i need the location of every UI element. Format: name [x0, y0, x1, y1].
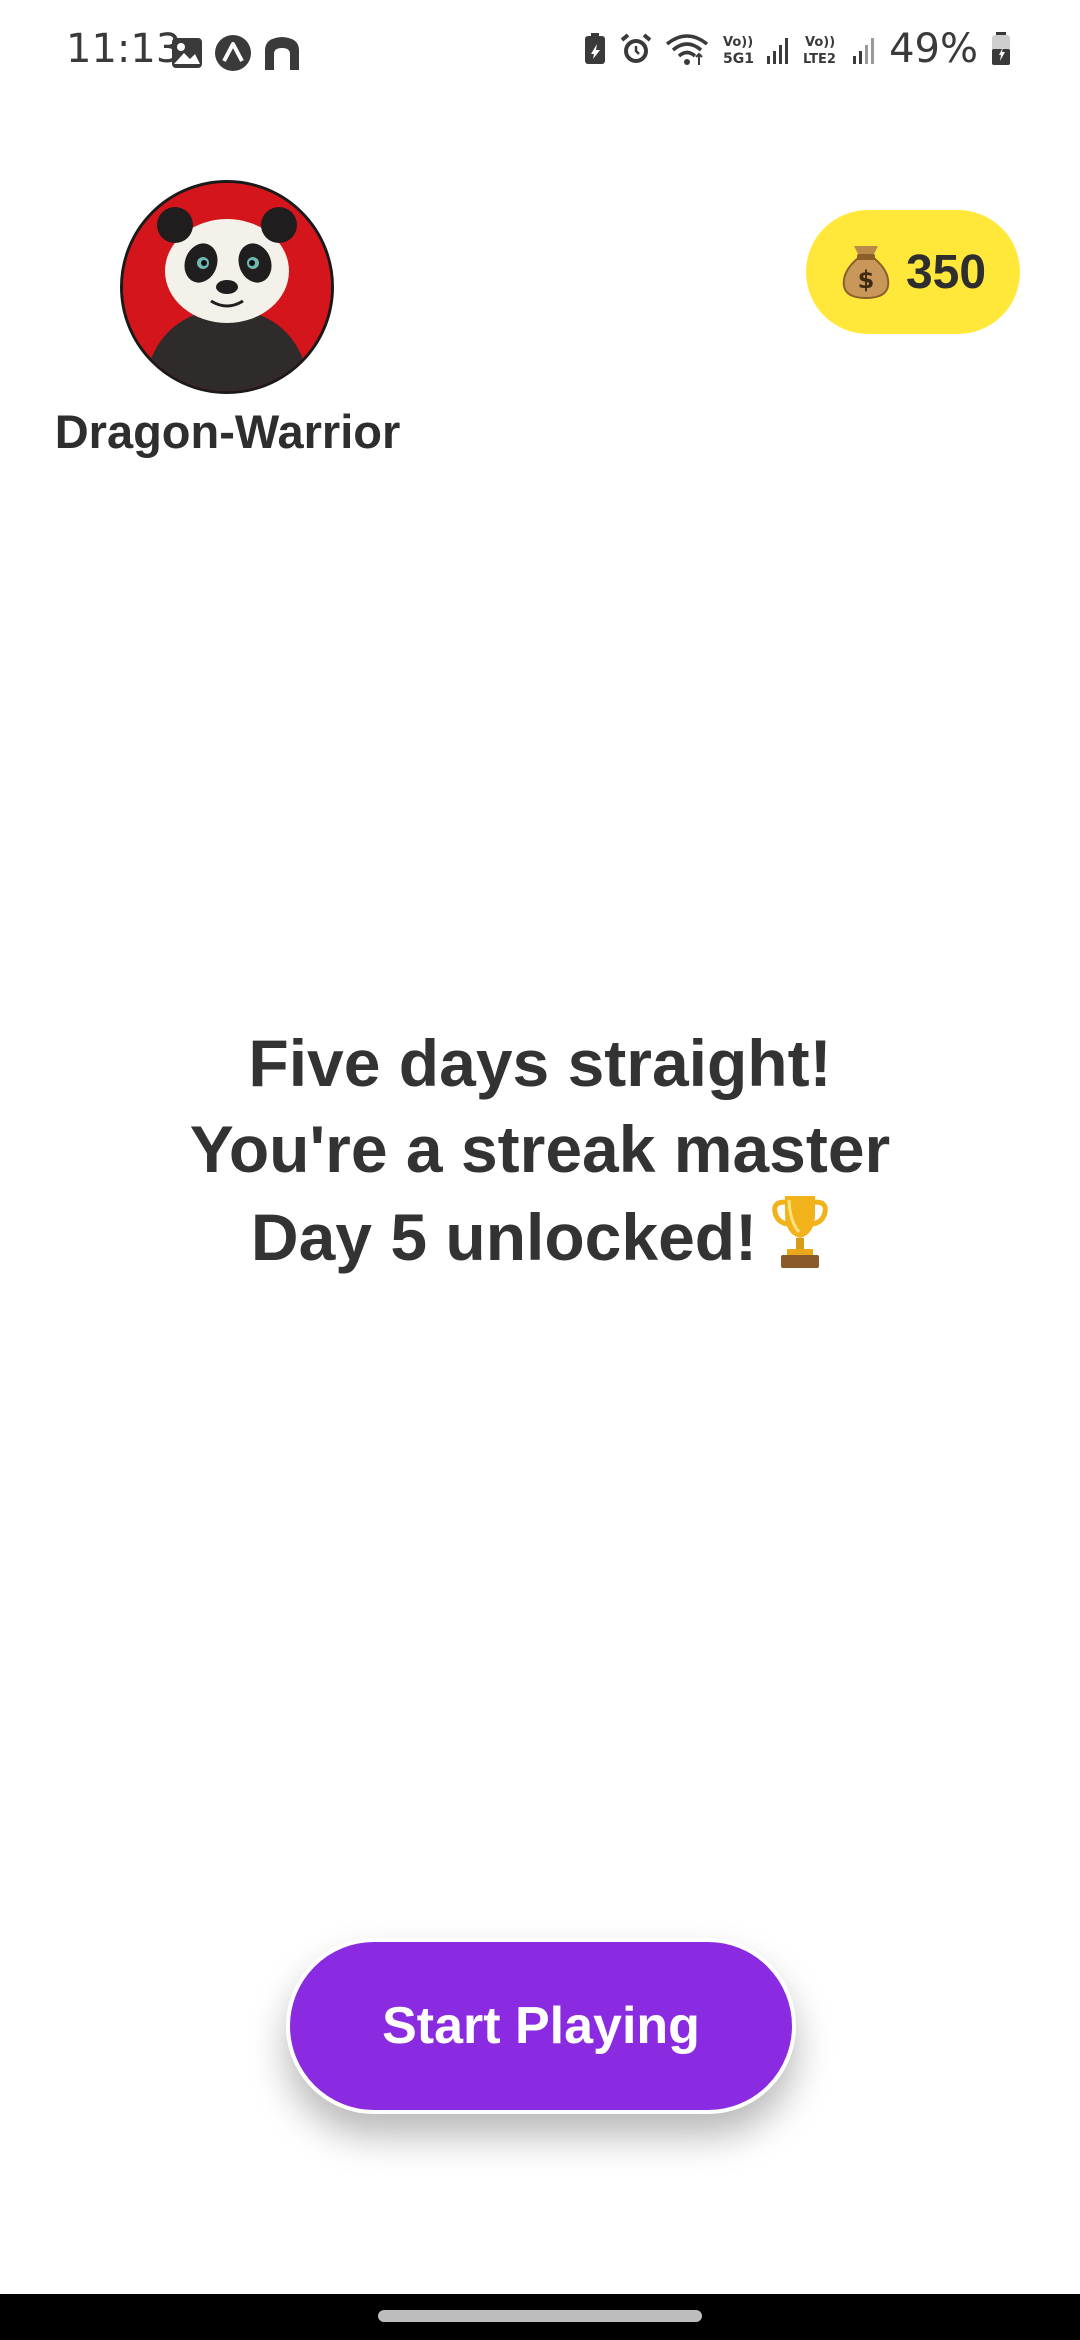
message-line-1: Five days straight!: [248, 1026, 832, 1100]
alarm-icon: [620, 33, 652, 63]
coin-balance[interactable]: $ 350: [806, 210, 1020, 334]
coin-value: 350: [905, 245, 987, 299]
message-line-3: Day 5 unlocked!: [0, 1192, 1080, 1280]
navigation-bar: [0, 2294, 1080, 2340]
volte-5g-signal-icon: Vo)) 5G1: [723, 35, 789, 66]
avatar[interactable]: [120, 180, 334, 394]
home-app-icon: [265, 37, 299, 70]
status-right-icons: Vo)) 5G1 Vo)) LTE2 49%: [583, 26, 1012, 72]
home-indicator[interactable]: [378, 2310, 702, 2322]
volte-lte2-signal-icon: Vo)) LTE2: [803, 35, 875, 66]
svg-text:$: $: [858, 266, 875, 294]
battery-saver-icon: [585, 33, 606, 64]
gallery-icon: [172, 38, 202, 68]
money-bag-icon: $: [842, 246, 890, 300]
app-icon: [215, 35, 251, 71]
svg-text:5G1: 5G1: [723, 51, 754, 66]
status-bar: 11:13 Vo)) 5G1 Vo)) LTE2 49%: [0, 0, 1080, 105]
username: Dragon-Warrior: [54, 405, 401, 458]
start-playing-button[interactable]: Start Playing: [286, 1938, 796, 2114]
streak-screen: 11:13 Vo)) 5G1 Vo)) LTE2 49% Dragon-Warr…: [0, 0, 1080, 2340]
message-line-2: You're a streak master: [189, 1112, 891, 1186]
battery-icon: [992, 32, 1010, 65]
trophy-icon: [772, 1196, 828, 1268]
streak-message: Five days straight! You're a streak mast…: [0, 1020, 1080, 1280]
battery-percent: 49%: [889, 26, 978, 72]
svg-text:LTE2: LTE2: [803, 52, 836, 66]
panda-avatar-icon: [123, 183, 331, 391]
message-line-3-text: Day 5 unlocked!: [250, 1200, 758, 1274]
wifi-icon: [666, 34, 709, 65]
status-time: 11:13: [66, 26, 182, 72]
svg-text:Vo)): Vo)): [723, 35, 753, 50]
svg-text:Vo)): Vo)): [805, 35, 835, 50]
status-left-icons: [170, 34, 302, 72]
